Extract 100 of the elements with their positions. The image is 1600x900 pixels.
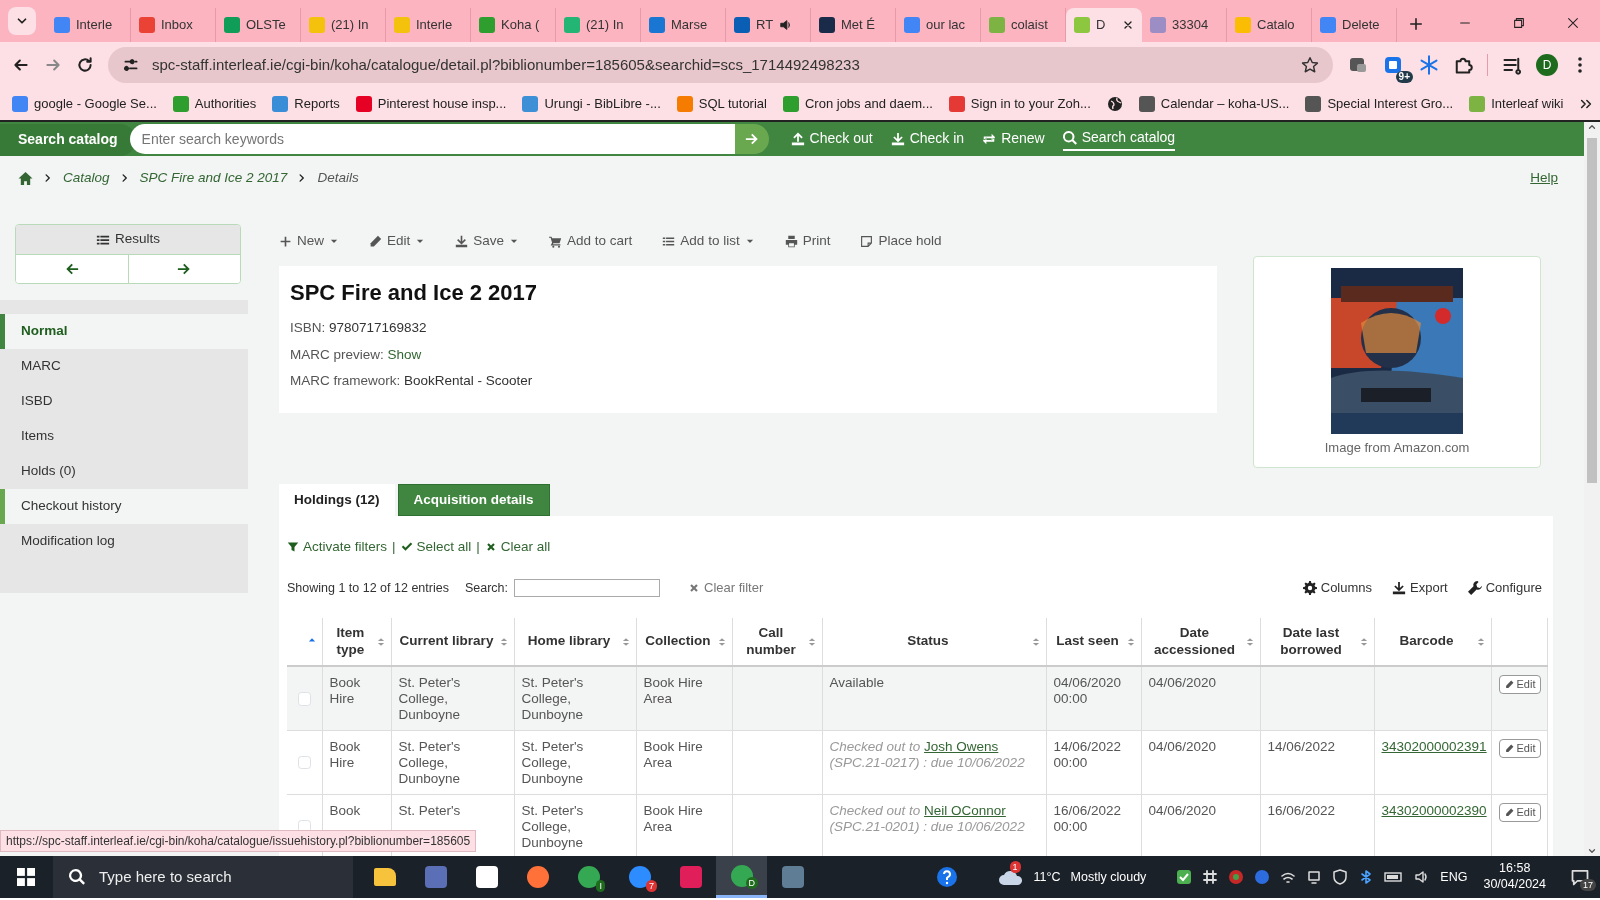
toolbar-button[interactable]: Place hold	[860, 230, 942, 252]
taskbar-search-field[interactable]: Type here to search	[53, 856, 353, 898]
toolbar-button[interactable]: Add to list	[662, 230, 755, 252]
table-tool-button[interactable]: Export	[1392, 578, 1448, 598]
url-text: spc-staff.interleaf.ie/cgi-bin/koha/catalogue/detail.pl?biblionumber=185605&searchid=scs_1714492498233	[152, 54, 860, 75]
sidebar-item[interactable]: Normal	[0, 314, 248, 349]
note-icon	[860, 234, 874, 248]
filter-link[interactable]: Clear all	[484, 536, 551, 558]
search-label: Search:	[464, 579, 508, 597]
clock-date: 30/04/2024	[1483, 877, 1546, 893]
search-submit-button[interactable]	[734, 124, 769, 154]
library-text: St. Peter's College, Dunboyne	[398, 738, 462, 788]
toolbar-button[interactable]: Print	[784, 230, 831, 252]
weather-condition: Mostly cloudy	[1070, 868, 1147, 886]
barcode-link[interactable]: 34302000002390	[1381, 802, 1487, 818]
field-value: BookRental - Scooter	[404, 372, 533, 388]
sidebar-item[interactable]: Holds (0)	[0, 454, 248, 489]
barcode-link[interactable]: 34302000002391	[1381, 738, 1487, 754]
notification-badge: 9+	[1395, 71, 1413, 83]
taskbar-app[interactable]: I	[563, 856, 614, 898]
table-tool-button[interactable]: Configure	[1467, 578, 1542, 598]
bookmark[interactable]: Calendar – koha-US...	[1138, 94, 1290, 114]
item-type-text: Book Hire	[329, 675, 362, 708]
toolbar-button[interactable]: New	[279, 230, 339, 252]
bookmark[interactable]: Pinterest house insp...	[355, 94, 507, 114]
sidebar-item[interactable]: Checkout history	[0, 489, 248, 524]
header-link[interactable]: Search catalog	[1062, 127, 1176, 151]
profile-avatar[interactable]: D	[1536, 54, 1558, 76]
tab-search-button[interactable]	[8, 7, 36, 35]
plus-icon	[1409, 17, 1423, 31]
clock-time: 16:58	[1499, 861, 1531, 877]
row-checkbox[interactable]	[297, 755, 311, 770]
edit-button[interactable]: Edit	[1498, 802, 1542, 822]
bookmark[interactable]: Interleaf wiki	[1469, 94, 1564, 114]
windows-icon	[16, 868, 35, 886]
table-tool-button[interactable]: Columns	[1302, 578, 1373, 598]
breadcrumb-link[interactable]: Catalog	[63, 167, 110, 189]
bookmark[interactable]	[1106, 96, 1123, 112]
close-icon	[1566, 16, 1580, 30]
table-search-field[interactable]	[514, 579, 660, 597]
status-text: Checked out to Josh Owens (SPC.21-0217) : due 10/06/2022	[829, 738, 1026, 771]
address-bar[interactable]: spc-staff.interleaf.ie/cgi-bin/koha/catalogue/detail.pl?biblionumber=185605&searchid=scs_1714492498233	[108, 47, 1333, 83]
results-button[interactable]: Results	[16, 225, 240, 255]
bookmark[interactable]: Urungi - BibLibre -...	[522, 94, 661, 114]
clear-filter-button[interactable]: Clear filter	[682, 577, 770, 599]
browser-tab[interactable]: D	[1066, 8, 1142, 42]
arrow-right-icon	[744, 132, 759, 146]
scrollbar[interactable]	[1584, 122, 1600, 856]
pencil-icon	[369, 234, 382, 248]
bookmark[interactable]: SQL tutorial	[676, 94, 767, 114]
check-icon	[400, 541, 413, 553]
weather-temperature: 11°C	[1033, 868, 1061, 886]
help-link[interactable]: Help	[1530, 167, 1566, 189]
bookmark[interactable]: Sign in to your Zoh...	[948, 94, 1091, 114]
marc-preview-link[interactable]: Show	[387, 346, 422, 362]
patron-link[interactable]: Josh Owens	[924, 738, 999, 754]
header-link[interactable]: Check in	[890, 128, 965, 150]
toolbar-button[interactable]: Edit	[369, 230, 426, 252]
date-text: 04/06/2020 00:00	[1053, 675, 1123, 708]
caret-down-icon	[1587, 846, 1597, 856]
download-icon	[890, 131, 905, 146]
edit-button[interactable]: Edit	[1498, 675, 1542, 695]
filter-link[interactable]: Select all	[400, 536, 472, 558]
breadcrumb-link[interactable]: SPC Fire and Ice 2 2017	[139, 167, 288, 189]
bookmark[interactable]: Reports	[272, 94, 340, 114]
sidebar-item[interactable]: Modification log	[0, 524, 248, 559]
notification-count: 17	[1580, 879, 1596, 891]
date-text: 16/06/2022 00:00	[1053, 802, 1123, 835]
bookmark[interactable]: Cron jobs and daem...	[782, 94, 933, 114]
toolbar-button[interactable]: Add to cart	[549, 230, 633, 252]
separator-text: |	[392, 537, 396, 556]
header-link[interactable]: Check out	[790, 128, 873, 150]
separator-text: |	[476, 537, 480, 556]
library-text: St. Peter's College, Dunboyne	[521, 675, 585, 724]
bookmark[interactable]: google - Google Se...	[12, 94, 157, 114]
tab[interactable]: Holdings (12)	[279, 484, 395, 516]
sidebar-item[interactable]: MARC	[0, 349, 248, 384]
bookmark[interactable]: Special Interest Gro...	[1305, 94, 1454, 114]
close-icon	[688, 582, 700, 594]
search-field[interactable]: Enter search keywords	[129, 124, 735, 154]
date-text: 14/06/2022	[1267, 738, 1337, 755]
toolbar-button[interactable]: Save	[455, 230, 520, 252]
search-scope-label: Search catalog	[0, 123, 136, 156]
sidebar-item[interactable]: ISBD	[0, 384, 248, 419]
date-text: 16/06/2022	[1267, 802, 1337, 819]
library-text: St. Peter's College, Dunboyne	[521, 738, 585, 788]
taskbar-app[interactable]: 7	[614, 856, 665, 898]
language-indicator[interactable]: ENG	[1440, 867, 1468, 887]
chevron-double-right-icon	[1579, 97, 1594, 111]
plus-icon	[279, 234, 292, 248]
taskbar-app[interactable]: D	[716, 856, 767, 898]
bookmark[interactable]: Authorities	[172, 94, 257, 114]
header-link[interactable]: Renew	[982, 128, 1045, 150]
sidebar-item[interactable]: Items	[0, 419, 248, 454]
edit-button[interactable]: Edit	[1498, 738, 1542, 758]
filter-link[interactable]: Activate filters	[287, 536, 388, 558]
shield-icon	[1332, 869, 1349, 885]
patron-link[interactable]: Neil OConnor	[924, 802, 1006, 818]
tab[interactable]: Acquisition details	[397, 484, 550, 516]
row-checkbox[interactable]	[297, 692, 311, 706]
